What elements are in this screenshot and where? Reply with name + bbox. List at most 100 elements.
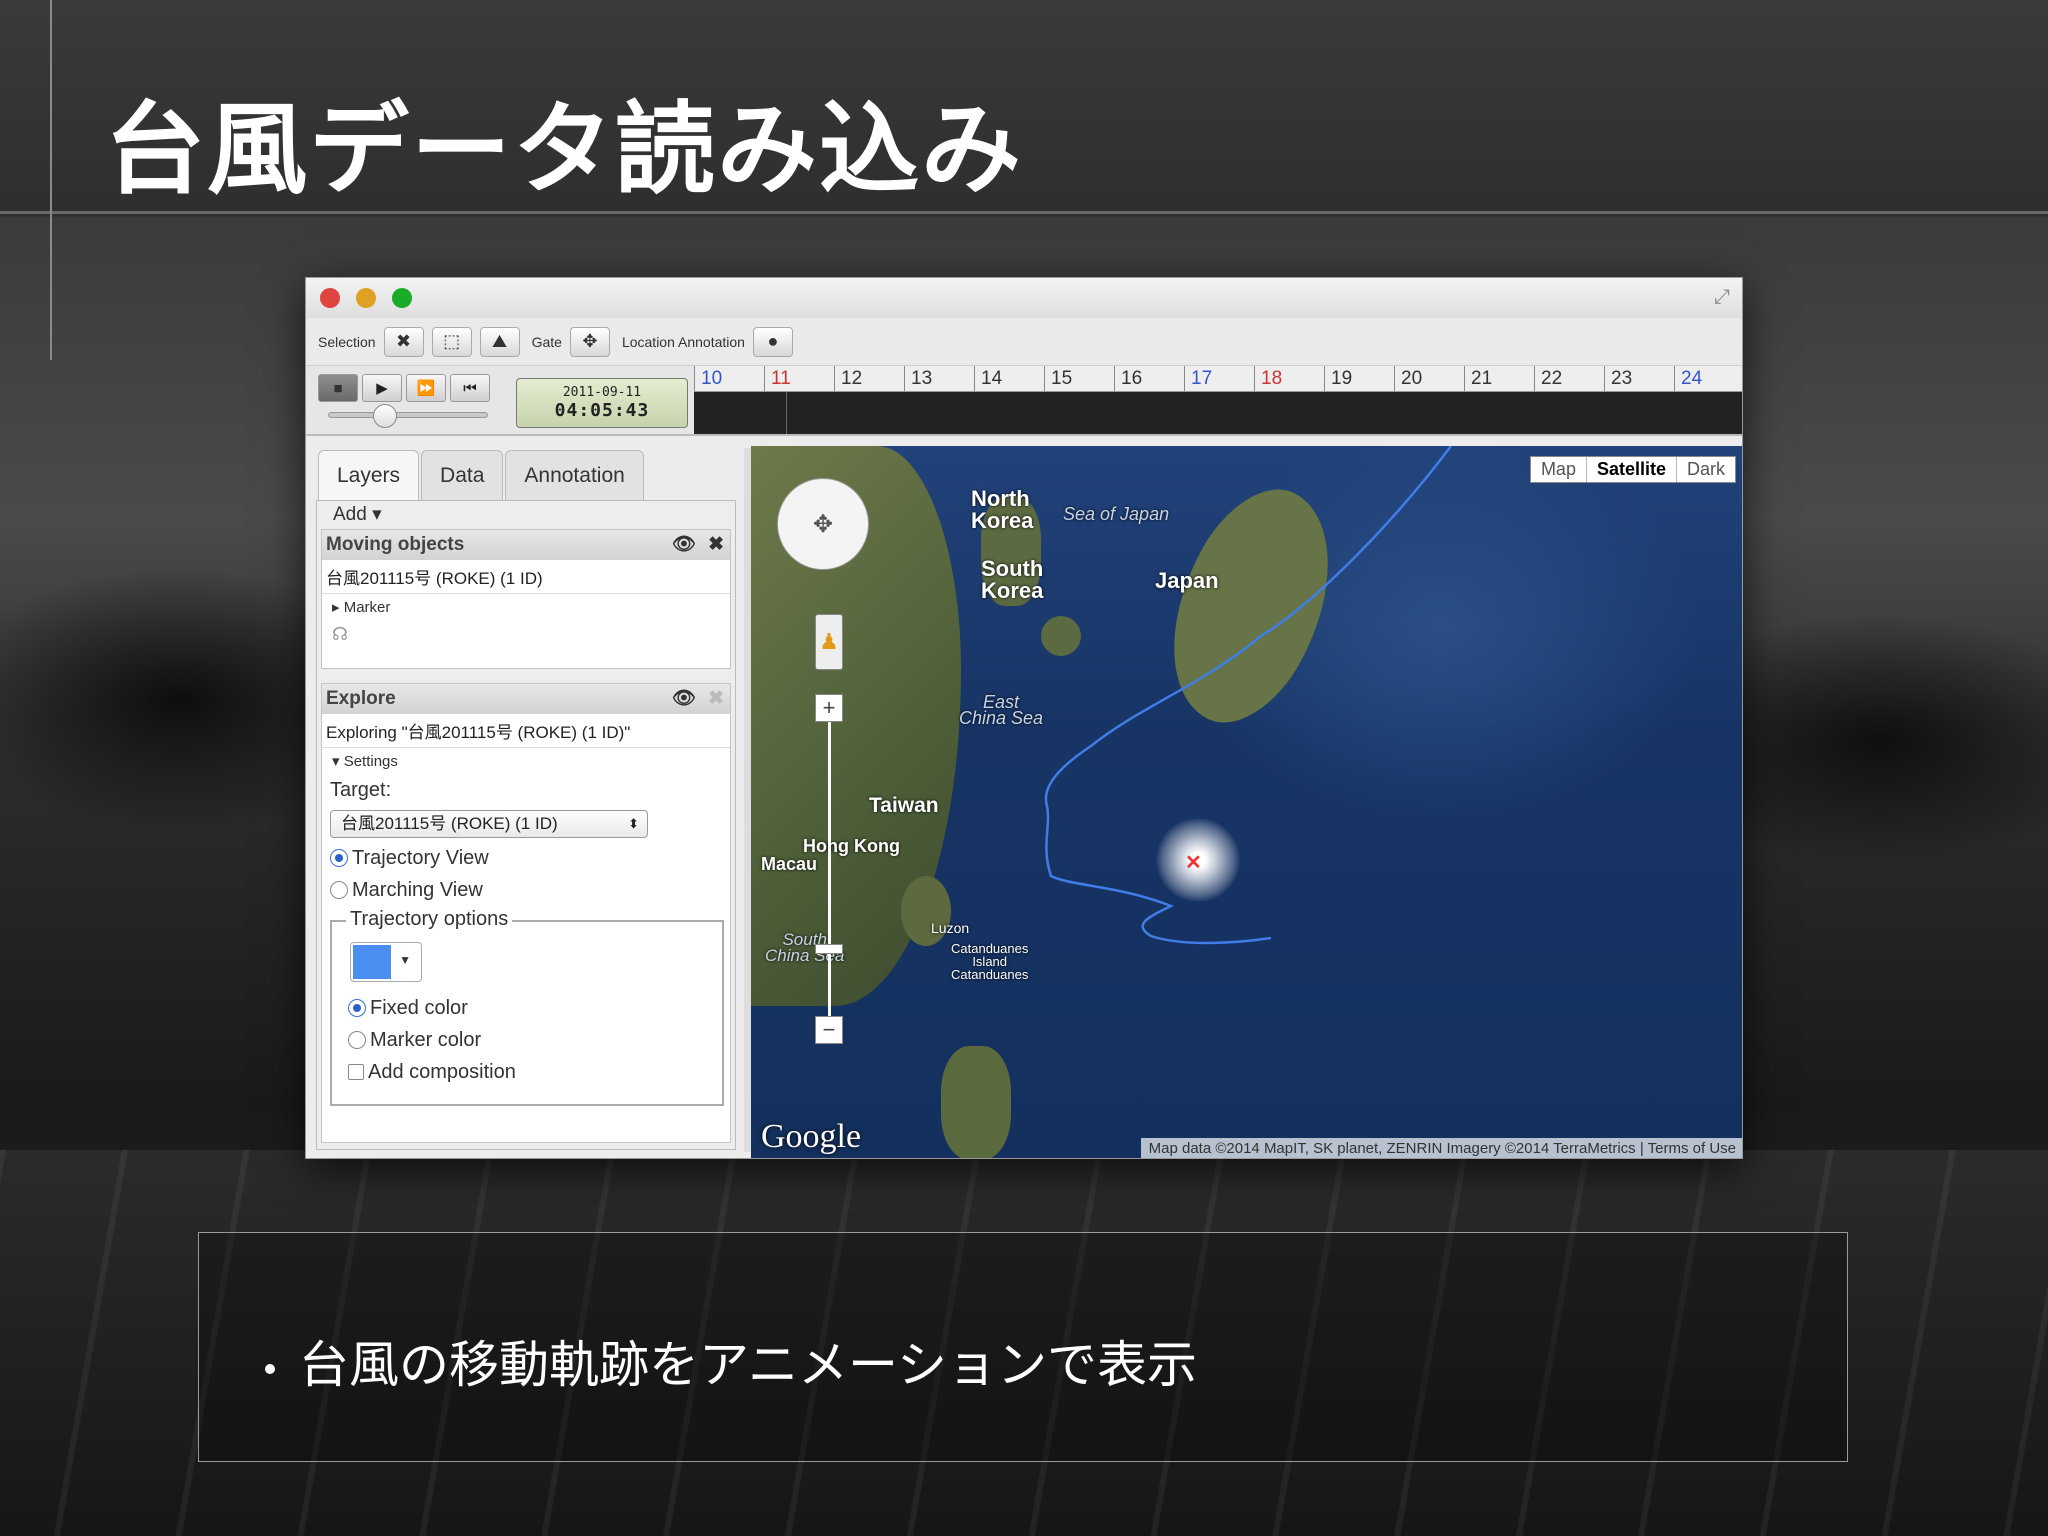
close-window-button[interactable]	[320, 288, 340, 308]
timeline-tick[interactable]: 17	[1184, 366, 1254, 391]
trajectory-view-radio[interactable]	[330, 849, 348, 867]
timeline-tick[interactable]: 21	[1464, 366, 1534, 391]
timeline-ticks: 10 11 12 13 14 15 16 17 18 19 20 21 22 23 24	[694, 366, 1742, 392]
fixed-color-option[interactable]: Fixed color	[340, 992, 516, 1024]
zoom-out-button[interactable]: −	[815, 1016, 843, 1044]
minimize-window-button[interactable]	[356, 288, 376, 308]
typhoon-position-marker[interactable]: ✕	[1185, 850, 1202, 875]
target-select[interactable]: 台風201115号 (ROKE) (1 ID) ⬍	[330, 810, 648, 838]
bullet-item: 台風の移動軌跡をアニメーションで表示	[265, 1325, 1197, 1397]
explore-header: Explore 👁 ✖	[322, 684, 730, 714]
pin-icon: ●	[767, 331, 779, 351]
marching-view-option[interactable]: Marching View	[322, 874, 730, 906]
zoom-window-button[interactable]	[392, 288, 412, 308]
marker-label: Marker	[343, 599, 391, 616]
fixed-color-label: Fixed color	[370, 996, 468, 1019]
timeline-tick[interactable]: 14	[974, 366, 1044, 391]
gate-icon: ✥	[582, 331, 598, 351]
tab-data[interactable]: Data	[421, 450, 504, 500]
timeline[interactable]: 10 11 12 13 14 15 16 17 18 19 20 21 22 23 24	[694, 366, 1742, 434]
moving-object-item[interactable]: 台風201115号 (ROKE) (1 ID)	[322, 560, 730, 594]
target-select-value: 台風201115号 (ROKE) (1 ID)	[341, 814, 558, 833]
play-icon: ▶	[376, 380, 388, 397]
side-panel: Layers Data Annotation Add ▾ Moving obje…	[314, 448, 742, 1152]
zoom-in-button[interactable]: +	[815, 694, 843, 722]
marker-color-option[interactable]: Marker color	[340, 1024, 516, 1056]
disclosure-down-icon: ▾	[332, 753, 344, 770]
street-view-pegman[interactable]: ♟	[815, 614, 843, 670]
fixed-color-radio[interactable]	[348, 999, 366, 1017]
remove-layer-close-icon: ✖	[708, 688, 724, 709]
playback-buttons: ■ ▶ ⏩ ⏮	[318, 374, 490, 402]
timeline-cursor[interactable]	[786, 392, 787, 434]
bullet-text: 台風の移動軌跡をアニメーションで表示	[299, 1336, 1197, 1394]
rewind-start-button[interactable]: ⏮	[450, 374, 490, 402]
timeline-tick[interactable]: 16	[1114, 366, 1184, 391]
fast-forward-button[interactable]: ⏩	[406, 374, 446, 402]
color-picker[interactable]: ▼	[350, 942, 422, 982]
add-composition-option[interactable]: Add composition	[340, 1056, 516, 1088]
playback-controls: ■ ▶ ⏩ ⏮ 2011-09-11 04:05:43 10 11 12 13 14 15…	[306, 366, 1742, 436]
settings-disclosure[interactable]: ▾ Settings	[322, 748, 730, 774]
timeline-tick[interactable]: 23	[1604, 366, 1674, 391]
settings-label: Settings	[343, 753, 398, 770]
play-button[interactable]: ▶	[362, 374, 402, 402]
time-readout: 04:05:43	[554, 400, 650, 421]
stop-button[interactable]: ■	[318, 374, 358, 402]
add-composition-checkbox[interactable]	[348, 1064, 364, 1080]
fullscreen-icon[interactable]: ⤢	[1714, 286, 1730, 309]
timeline-tick[interactable]: 12	[834, 366, 904, 391]
timeline-tick[interactable]: 20	[1394, 366, 1464, 391]
marker-disclosure[interactable]: ▸ Marker	[322, 594, 730, 620]
tab-annotation[interactable]: Annotation	[505, 450, 644, 500]
google-logo: Google	[761, 1118, 862, 1155]
pan-control[interactable]: ✥	[777, 478, 869, 570]
zoom-slider-handle[interactable]	[815, 944, 843, 954]
map-view[interactable]: ✕ North Korea Sea of Japan South Korea J…	[751, 446, 1742, 1158]
panel-tabs: Layers Data Annotation	[314, 448, 742, 500]
visibility-eye-icon[interactable]: 👁	[672, 530, 696, 560]
stop-icon: ■	[333, 379, 343, 397]
visibility-eye-icon[interactable]: 👁	[672, 684, 696, 714]
timeline-tick[interactable]: 15	[1044, 366, 1114, 391]
timeline-tick[interactable]: 18	[1254, 366, 1324, 391]
map-type-map-button[interactable]: Map	[1531, 457, 1586, 482]
label-macau: Macau	[761, 854, 818, 874]
lasso-select-button[interactable]: ⛰	[479, 326, 520, 357]
map-type-dark-button[interactable]: Dark	[1675, 457, 1735, 482]
gate-button[interactable]: ✥	[569, 326, 610, 357]
timeline-tick[interactable]: 22	[1534, 366, 1604, 391]
add-layer-button[interactable]: Add ▾	[333, 503, 382, 526]
window-titlebar: ⤢	[306, 278, 1742, 318]
speed-slider[interactable]	[328, 404, 488, 428]
marker-color-radio[interactable]	[348, 1031, 366, 1049]
label-south-korea: South Korea	[981, 556, 1044, 603]
bullet-box: 台風の移動軌跡をアニメーションで表示	[198, 1232, 1848, 1462]
marching-view-radio[interactable]	[330, 881, 348, 899]
timeline-tick[interactable]: 13	[904, 366, 974, 391]
zoom-slider-track[interactable]	[828, 722, 831, 1016]
tab-layers[interactable]: Layers	[318, 450, 420, 500]
label-sea-of-japan: Sea of Japan	[1063, 504, 1170, 524]
timeline-tick[interactable]: 11	[764, 366, 834, 391]
color-options: Fixed color Marker color Add composition	[340, 992, 516, 1088]
marker-icon: ☊	[332, 624, 348, 644]
rect-select-button[interactable]: ⬚	[431, 326, 472, 357]
timeline-tick[interactable]: 10	[694, 366, 764, 391]
explore-title: Explore	[326, 688, 396, 709]
skip-start-icon: ⏮	[463, 379, 477, 397]
gate-label: Gate	[531, 333, 562, 350]
timeline-tick[interactable]: 24	[1674, 366, 1742, 391]
location-annotation-button[interactable]: ●	[752, 326, 793, 357]
bullet-dot-icon	[265, 1363, 275, 1374]
speed-slider-knob[interactable]	[373, 404, 397, 428]
timeline-tick[interactable]: 19	[1324, 366, 1394, 391]
close-icon: ✖	[396, 331, 412, 351]
clear-selection-button[interactable]: ✖	[383, 326, 424, 357]
map-attribution[interactable]: Map data ©2014 MapIT, SK planet, ZENRIN …	[1140, 1138, 1742, 1158]
remove-layer-close-icon[interactable]: ✖	[708, 530, 724, 560]
trajectory-view-option[interactable]: Trajectory View	[322, 842, 730, 874]
marker-color-label: Marker color	[370, 1028, 482, 1051]
map-type-satellite-button[interactable]: Satellite	[1585, 457, 1676, 482]
trajectory-options-group: Trajectory options ▼ Fixed color Marker …	[330, 908, 724, 1106]
